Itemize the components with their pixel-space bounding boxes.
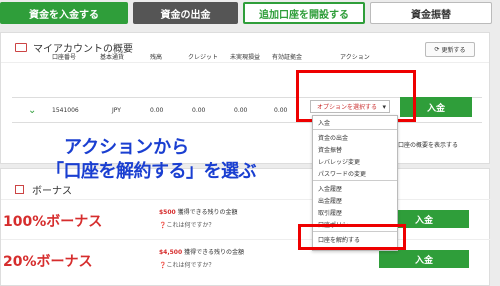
- page: 資金を入金する 資金の出金 追加口座を開設する 資金振替 マイアカウントの概要 …: [0, 0, 500, 286]
- menu-item-password[interactable]: パスワードの変更: [313, 167, 397, 179]
- chevron-down-icon[interactable]: ⌄: [28, 105, 36, 116]
- table-header: 口座番号 基本通貨 残高 クレジット 未実現損益 有効証拠金 アクション: [0, 52, 490, 64]
- bonus-what-is-this-link[interactable]: ❓これは何ですか？: [159, 220, 214, 229]
- bonus-header: ボーナス: [15, 182, 72, 197]
- menu-item-withdraw[interactable]: 資金の出金: [313, 131, 397, 143]
- bonus-panel: ボーナス 100%ボーナス $500 獲得できる残りの金額 ❓これは何ですか？ …: [0, 168, 491, 286]
- menu-divider: [313, 129, 397, 130]
- col-balance: 残高: [150, 54, 163, 61]
- highlight-box-close-account: [298, 224, 406, 250]
- annotation-line-2: 「口座を解約する」を選ぶ: [46, 161, 257, 182]
- bonus-amount-text: 獲得できる残りの金額: [175, 209, 238, 216]
- gift-icon: [15, 185, 24, 194]
- bonus-row: 100%ボーナス $500 獲得できる残りの金額 ❓これは何ですか？ 入金: [1, 199, 491, 239]
- cell-currency: JPY: [112, 107, 121, 114]
- cell-equity: 0.00: [274, 107, 288, 114]
- col-account-number: 口座番号: [52, 54, 77, 61]
- col-unrealized: 未実現損益: [230, 54, 261, 61]
- tab-withdraw[interactable]: 資金の出金: [133, 2, 238, 24]
- menu-item-leverage[interactable]: レバレッジ変更: [313, 155, 397, 167]
- col-credit: クレジット: [188, 54, 219, 61]
- bonus-title: ボーナス: [32, 186, 72, 197]
- cell-account-number: 1541006: [52, 107, 79, 114]
- bonus-amount-value: $500: [159, 209, 176, 216]
- cell-credit: 0.00: [192, 107, 206, 114]
- bonus-amount: $500 獲得できる残りの金額: [159, 207, 238, 216]
- folder-icon: [15, 43, 27, 52]
- col-equity: 有効証拠金: [272, 54, 303, 61]
- bonus-row: 20%ボーナス $4,500 獲得できる残りの金額 ❓これは何ですか？ 入金: [1, 239, 491, 279]
- cell-balance: 0.00: [150, 107, 164, 114]
- bonus-name: 100%ボーナス: [3, 214, 103, 230]
- menu-item-transfer[interactable]: 資金振替: [313, 143, 397, 155]
- bonus-deposit-button[interactable]: 入金: [379, 250, 469, 268]
- bonus-amount-value: $4,500: [159, 249, 183, 256]
- menu-item-deposit-history[interactable]: 入金履歴: [313, 182, 397, 194]
- annotation-line-1: アクションから: [64, 137, 190, 158]
- col-action: アクション: [340, 54, 370, 61]
- bonus-what-is-this-link[interactable]: ❓これは何ですか？: [159, 260, 214, 269]
- menu-item-deposit[interactable]: 入金: [313, 116, 397, 128]
- menu-item-withdraw-history[interactable]: 出金履歴: [313, 194, 397, 206]
- menu-item-trade-history[interactable]: 取引履歴: [313, 206, 397, 218]
- menu-divider: [313, 180, 397, 181]
- tab-open-account[interactable]: 追加口座を開設する: [243, 2, 365, 24]
- cell-unrealized: 0.00: [234, 107, 248, 114]
- bonus-name: 20%ボーナス: [3, 254, 93, 270]
- bonus-amount: $4,500 獲得できる残りの金額: [159, 247, 244, 256]
- bonus-amount-text: 獲得できる残りの金額: [182, 249, 244, 256]
- view-all-summary-link[interactable]: 全口座の概要を表示する: [392, 140, 458, 149]
- top-tab-bar: 資金を入金する 資金の出金 追加口座を開設する 資金振替: [0, 0, 500, 27]
- tab-deposit[interactable]: 資金を入金する: [0, 2, 128, 24]
- col-currency: 基本通貨: [100, 54, 125, 61]
- tab-transfer[interactable]: 資金振替: [370, 2, 492, 24]
